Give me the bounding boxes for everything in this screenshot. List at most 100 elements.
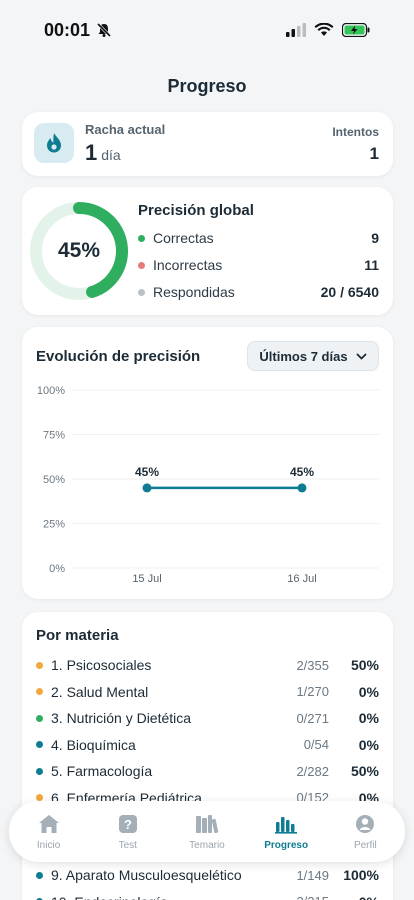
subject-row[interactable]: 10. Endocrinología 2/2150%	[36, 892, 379, 900]
question-icon: ?	[116, 812, 140, 836]
accuracy-row-correct: Correctas 9	[138, 230, 379, 246]
y-tick-label: 50%	[43, 474, 65, 486]
subject-percent: 50%	[350, 657, 379, 673]
answered-value: 20 / 6540	[320, 284, 379, 300]
svg-text:?: ?	[124, 817, 132, 832]
status-time: 00:01	[44, 20, 112, 41]
y-tick-label: 25%	[43, 519, 65, 531]
subject-count: 1/270	[296, 684, 329, 699]
tab-progreso[interactable]: Progreso	[251, 812, 321, 851]
subject-percent: 0%	[358, 710, 379, 726]
accuracy-percent: 45%	[57, 239, 101, 262]
subject-count: 0/54	[303, 737, 329, 752]
subject-name: 1. Psicosociales	[36, 657, 269, 673]
tab-inicio[interactable]: Inicio	[14, 812, 84, 851]
subject-count: 2/355	[296, 657, 329, 673]
subject-label: 3. Nutrición y Dietética	[51, 710, 192, 726]
data-label: 45%	[135, 465, 159, 479]
subject-dot	[36, 714, 43, 722]
subject-name: 4. Bioquímica	[36, 737, 269, 753]
streak-number: 1	[85, 140, 98, 165]
tab-label-progreso: Progreso	[264, 840, 309, 851]
subject-dot	[36, 661, 43, 669]
clock-text: 00:01	[44, 19, 91, 40]
subjects-title: Por materia	[36, 627, 119, 644]
books-icon	[195, 812, 219, 836]
subject-label: 2. Salud Mental	[51, 683, 149, 700]
streak-unit: día	[101, 147, 121, 163]
subject-row[interactable]: 5. Farmacología 2/282 50%	[36, 761, 379, 781]
subject-percent: 0%	[358, 683, 379, 700]
subject-dot	[36, 794, 43, 801]
accuracy-row-answered: Respondidas 20 / 6540	[138, 284, 379, 300]
y-tick-label: 75%	[43, 430, 65, 442]
subject-label: 9. Aparato Musculoesquelético	[51, 867, 242, 883]
battery-charging-icon	[342, 23, 370, 37]
subject-count: 1/149	[296, 867, 329, 883]
attempts-label: Intentos	[332, 125, 379, 139]
correct-dot	[138, 234, 145, 242]
accuracy-title: Precisión global	[138, 202, 254, 219]
incorrect-value: 11	[364, 257, 379, 273]
subject-name: 9. Aparato Musculoesquelético	[36, 867, 269, 883]
subject-label: 4. Bioquímica	[51, 736, 136, 753]
correct-value: 9	[371, 230, 379, 246]
answered-label: Respondidas	[153, 284, 235, 300]
data-label: 45%	[290, 465, 314, 479]
accuracy-card: 45% Precisión global Correctas 9 Incorre…	[22, 187, 393, 315]
streak-value: 1 día	[85, 140, 121, 166]
subject-count: 0/271	[296, 710, 329, 726]
subject-count: 2/215	[269, 894, 329, 900]
subject-name: 3. Nutrición y Dietética	[36, 710, 269, 726]
attempts-value: 1	[369, 144, 379, 163]
subject-count: 2/282	[296, 763, 329, 779]
evolution-chart: 0% 25% 50% 75% 100% 45% 15 Jul 45% 16 Jul	[37, 385, 379, 585]
streak-label: Racha actual	[85, 122, 166, 137]
subject-percent: 50%	[350, 763, 379, 779]
y-tick-label: 0%	[49, 563, 65, 575]
status-icons	[286, 23, 370, 37]
subject-label: 5. Farmacología	[51, 763, 153, 779]
subject-row[interactable]: 2. Salud Mental 1/270 0%	[36, 682, 379, 702]
incorrect-dot	[138, 261, 145, 269]
subject-name: 10. Endocrinología	[36, 894, 269, 900]
subject-row[interactable]: 4. Bioquímica 0/54 0%	[36, 735, 379, 755]
tab-label-perfil: Perfil	[353, 840, 377, 851]
status-bar: 00:01	[0, 0, 414, 60]
subject-name: 5. Farmacología	[36, 763, 269, 779]
subject-dot	[36, 741, 43, 748]
streak-card: Racha actual 1 día Intentos 1	[22, 112, 393, 176]
incorrect-label: Incorrectas	[153, 257, 223, 273]
tab-perfil[interactable]: Perfil	[330, 812, 400, 851]
tab-test[interactable]: ? Test	[93, 812, 163, 851]
wifi-icon	[314, 23, 334, 36]
flame-icon	[34, 123, 74, 163]
data-point[interactable]	[142, 483, 152, 493]
subject-dot	[36, 871, 43, 879]
subject-row[interactable]: 1. Psicosociales 2/355 50%	[36, 655, 379, 675]
x-tick-label: 16 Jul	[287, 573, 316, 585]
home-icon	[37, 812, 61, 836]
tab-bar: Inicio ? Test Temario Progreso Perfil	[9, 801, 405, 862]
subject-row[interactable]: 9. Aparato Musculoesquelético 1/149 100%	[36, 865, 379, 885]
y-tick-label: 100%	[37, 385, 65, 397]
user-icon	[353, 812, 377, 836]
x-tick-label: 15 Jul	[132, 573, 161, 585]
subject-row[interactable]: 3. Nutrición y Dietética 0/271 0%	[36, 708, 379, 728]
bar-chart-icon	[274, 812, 298, 836]
signal-icon	[286, 23, 306, 37]
accuracy-row-incorrect: Incorrectas 11	[138, 257, 379, 273]
tab-label-temario: Temario	[189, 840, 225, 851]
answered-dot	[138, 288, 145, 296]
subject-dot	[36, 688, 43, 695]
subject-percent: 0%	[329, 894, 379, 900]
subject-dot	[36, 767, 43, 775]
subject-percent: 100%	[343, 867, 379, 883]
tab-label-inicio: Inicio	[36, 840, 61, 851]
bell-muted-icon	[96, 22, 112, 38]
tab-temario[interactable]: Temario	[172, 812, 242, 851]
tab-label-test: Test	[118, 840, 137, 851]
subject-name: 2. Salud Mental	[36, 684, 269, 700]
subject-label: 1. Psicosociales	[51, 657, 152, 673]
data-point[interactable]	[297, 483, 307, 493]
